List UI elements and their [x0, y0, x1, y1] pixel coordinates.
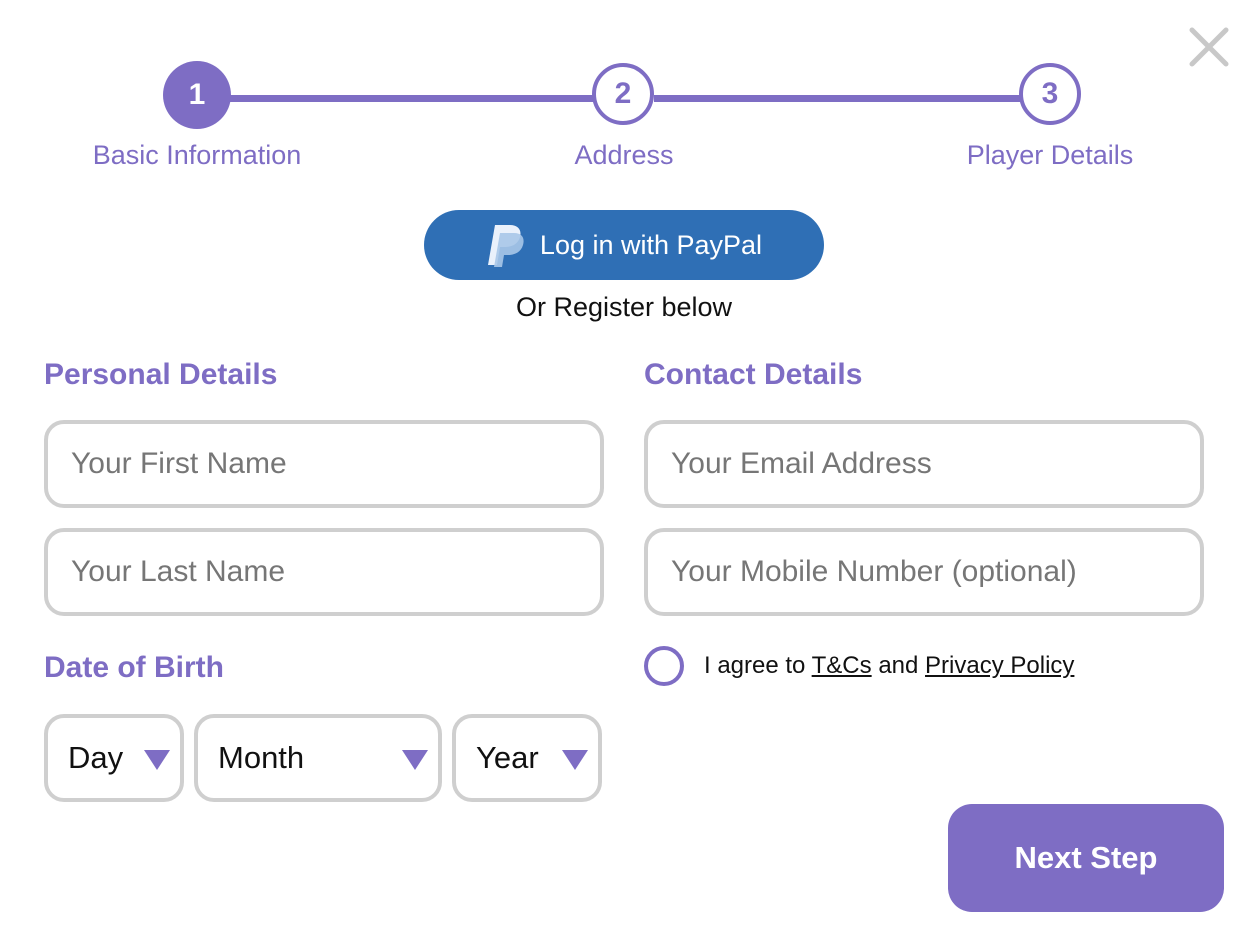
month-select-value: Month — [218, 740, 305, 775]
first-name-field[interactable] — [44, 420, 604, 508]
agree-text: I agree to T&Cs and Privacy Policy — [704, 652, 1074, 680]
step-number: 3 — [1041, 77, 1059, 110]
privacy-policy-link[interactable]: Privacy Policy — [925, 652, 1074, 679]
date-of-birth-heading: Date of Birth — [44, 651, 224, 684]
day-select-value: Day — [68, 740, 124, 775]
paypal-login-label: Log in with PayPal — [539, 229, 763, 260]
close-button[interactable] — [1186, 24, 1232, 70]
agree-prefix: I agree to — [704, 652, 806, 679]
day-select[interactable]: Day — [44, 714, 184, 802]
close-icon — [1189, 27, 1229, 67]
step-number: 1 — [188, 78, 206, 111]
first-name-input[interactable] — [69, 446, 600, 482]
step-3-indicator: 3 — [1019, 63, 1081, 125]
year-select-value: Year — [476, 740, 539, 775]
paypal-login-button[interactable]: Log in with PayPal — [424, 210, 824, 280]
or-register-text: Or Register below — [515, 292, 733, 322]
mobile-field[interactable] — [644, 528, 1204, 616]
agree-and: and — [878, 652, 919, 679]
paypal-logo-icon — [487, 225, 524, 267]
terms-agreement: I agree to T&Cs and Privacy Policy — [644, 646, 1074, 686]
next-step-button[interactable]: Next Step — [948, 804, 1224, 912]
step-1-label: Basic Information — [92, 140, 302, 170]
last-name-input[interactable] — [69, 554, 600, 590]
agree-checkbox[interactable] — [644, 646, 684, 686]
step-2-label: Address — [574, 140, 674, 170]
step-number: 2 — [614, 77, 632, 110]
step-2-indicator: 2 — [592, 63, 654, 125]
step-3-label: Player Details — [966, 140, 1134, 170]
dropdown-arrow-icon — [144, 750, 170, 770]
year-select[interactable]: Year — [452, 714, 602, 802]
mobile-input[interactable] — [669, 554, 1200, 590]
personal-details-heading: Personal Details — [44, 358, 278, 391]
month-select[interactable]: Month — [194, 714, 442, 802]
dropdown-arrow-icon — [562, 750, 588, 770]
step-1-indicator: 1 — [163, 61, 231, 129]
tcs-link[interactable]: T&Cs — [812, 652, 872, 679]
email-input[interactable] — [669, 446, 1200, 482]
stepper-line — [654, 95, 1022, 102]
contact-details-heading: Contact Details — [644, 358, 863, 391]
last-name-field[interactable] — [44, 528, 604, 616]
stepper-line — [228, 95, 594, 102]
dropdown-arrow-icon — [402, 750, 428, 770]
email-field[interactable] — [644, 420, 1204, 508]
